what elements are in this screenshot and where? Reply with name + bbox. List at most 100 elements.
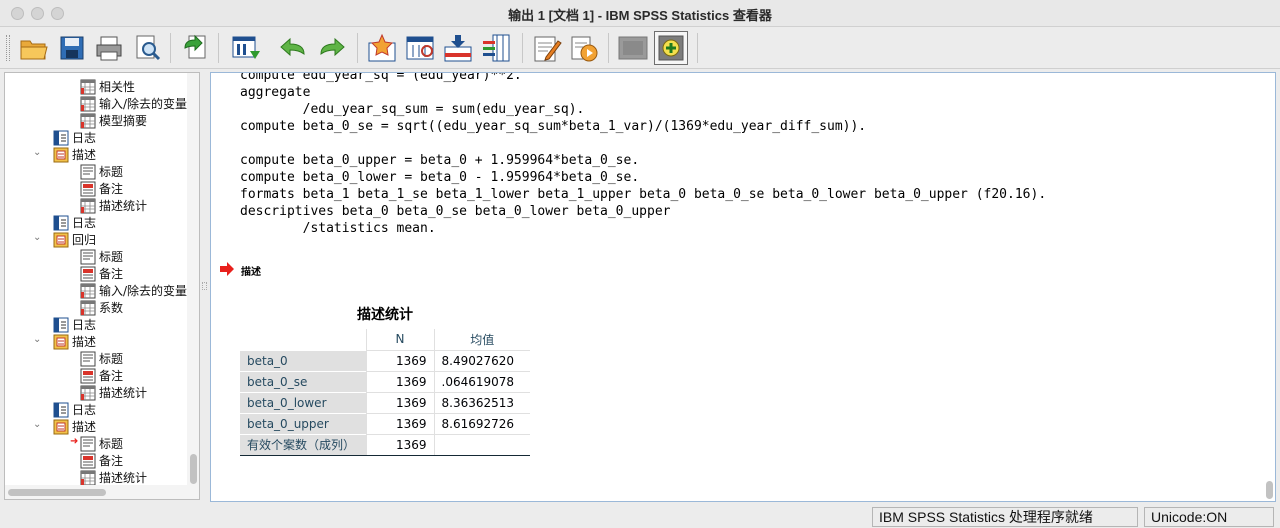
folder-icon bbox=[53, 147, 69, 163]
outline-item[interactable]: 日志 bbox=[53, 129, 96, 146]
table-row: beta_0 1369 8.49027620 bbox=[240, 349, 530, 371]
section-title[interactable]: 描述 bbox=[241, 263, 261, 278]
collapse-chevron-icon[interactable]: ⌄ bbox=[33, 147, 41, 158]
outline-item[interactable]: 描述 bbox=[53, 146, 96, 163]
collapse-chevron-icon[interactable]: ⌄ bbox=[33, 334, 41, 345]
save-icon[interactable] bbox=[55, 31, 89, 65]
insert-variable-icon[interactable] bbox=[479, 31, 513, 65]
outline-item[interactable]: 描述统计 bbox=[80, 384, 147, 401]
descriptive-statistics-table[interactable]: N 均值 beta_0 1369 8.49027620 beta_0_se 13… bbox=[240, 329, 530, 456]
folder-icon bbox=[53, 334, 69, 350]
export-icon[interactable] bbox=[179, 31, 213, 65]
table-icon bbox=[80, 198, 96, 214]
scrollbar-thumb[interactable] bbox=[8, 489, 106, 496]
outline-item[interactable]: 日志 bbox=[53, 316, 96, 333]
unicode-status: Unicode:ON bbox=[1144, 507, 1274, 527]
outline-item[interactable]: 描述统计 bbox=[80, 469, 147, 486]
note-icon bbox=[80, 181, 96, 197]
table-title: 描述统计 bbox=[357, 307, 413, 323]
mean-value: .064619078 bbox=[433, 370, 530, 392]
row-label: 有效个案数（成列） bbox=[240, 433, 366, 456]
folder-icon bbox=[53, 232, 69, 248]
collapse-chevron-icon[interactable]: ⌄ bbox=[33, 232, 41, 243]
outline-item[interactable]: 标题 bbox=[80, 163, 123, 180]
outline-item[interactable]: 标题 bbox=[80, 350, 123, 367]
outline-item-label: 模型摘要 bbox=[99, 114, 148, 128]
n-value: 1369 bbox=[365, 370, 434, 392]
outline-item-label: 描述 bbox=[72, 420, 97, 434]
outline-item[interactable]: 输入/除去的变量 bbox=[80, 282, 187, 299]
outline-item[interactable]: 备注 bbox=[80, 265, 123, 282]
show-icon[interactable] bbox=[654, 31, 688, 65]
print-icon[interactable] bbox=[92, 31, 126, 65]
outline-item-label: 标题 bbox=[99, 165, 124, 179]
title-bar: 输出 1 [文档 1] - IBM SPSS Statistics 查看器 bbox=[0, 0, 1280, 27]
insert-cases-icon[interactable] bbox=[441, 31, 475, 65]
go-to-case-icon[interactable] bbox=[365, 31, 399, 65]
output-content-pane[interactable]: compute edu_year_sq = (edu_year)**2. aggr… bbox=[210, 72, 1276, 502]
toolbar-grip[interactable] bbox=[6, 35, 10, 61]
open-icon[interactable] bbox=[17, 31, 51, 65]
outline-item-label: 日志 bbox=[72, 216, 97, 230]
outline-item-label: 描述 bbox=[72, 148, 97, 162]
outline-item[interactable]: 备注 bbox=[80, 180, 123, 197]
outline-item[interactable]: 模型摘要 bbox=[80, 112, 147, 129]
print-preview-icon[interactable] bbox=[131, 31, 165, 65]
outline-item-label: 备注 bbox=[99, 454, 124, 468]
content-scrollbar-thumb[interactable] bbox=[1266, 481, 1273, 499]
outline-item[interactable]: 描述 bbox=[53, 333, 96, 350]
folder-icon bbox=[53, 419, 69, 435]
outline-item[interactable]: 标题 bbox=[80, 435, 123, 452]
outline-item-label: 描述统计 bbox=[99, 199, 148, 213]
outline-item[interactable]: 描述 bbox=[53, 418, 96, 435]
table-icon bbox=[80, 300, 96, 316]
syntax-line: aggregate bbox=[240, 85, 311, 100]
outline-item[interactable]: 相关性 bbox=[80, 78, 135, 95]
variables-icon[interactable] bbox=[403, 31, 437, 65]
mean-value: 8.61692726 bbox=[433, 412, 530, 434]
outline-item[interactable]: 备注 bbox=[80, 367, 123, 384]
hide-icon[interactable] bbox=[616, 31, 650, 65]
run-icon[interactable] bbox=[567, 31, 601, 65]
outline-item-label: 输入/除去的变量 bbox=[99, 97, 188, 111]
row-label: beta_0_lower bbox=[240, 391, 366, 413]
outline-horizontal-scrollbar[interactable] bbox=[5, 485, 199, 499]
outline-item[interactable]: 日志 bbox=[53, 214, 96, 231]
outline-item[interactable]: 回归 bbox=[53, 231, 96, 248]
outline-item-label: 备注 bbox=[99, 182, 124, 196]
n-value: 1369 bbox=[365, 412, 434, 434]
table-row: beta_0_lower 1369 8.36362513 bbox=[240, 391, 530, 413]
redo-icon[interactable] bbox=[315, 31, 349, 65]
outline-item[interactable]: 标题 bbox=[80, 248, 123, 265]
table-icon bbox=[80, 470, 96, 486]
outline-pane[interactable]: 相关性 输入/除去的变量 模型摘要 日志 ⌄ 描述 标题 备注 描述统计 日志 ⌄ 回归 标题 备注 输入/… bbox=[4, 72, 200, 500]
collapse-chevron-icon[interactable]: ⌄ bbox=[33, 419, 41, 430]
note-icon bbox=[80, 266, 96, 282]
title-icon bbox=[80, 351, 96, 367]
log-icon bbox=[53, 130, 69, 146]
outline-item-label: 日志 bbox=[72, 403, 97, 417]
syntax-line: compute beta_0_se = sqrt((edu_year_sq_su… bbox=[240, 119, 867, 134]
syntax-icon[interactable] bbox=[530, 31, 564, 65]
outline-vertical-scrollbar[interactable] bbox=[187, 73, 199, 485]
syntax-line: /statistics mean. bbox=[240, 221, 436, 236]
outline-item[interactable]: 备注 bbox=[80, 452, 123, 469]
window-title: 输出 1 [文档 1] - IBM SPSS Statistics 查看器 bbox=[508, 8, 772, 23]
outline-item[interactable]: 系数 bbox=[80, 299, 123, 316]
splitter-handle[interactable] bbox=[202, 282, 207, 290]
current-item-arrow-icon bbox=[220, 262, 234, 276]
scrollbar-thumb[interactable] bbox=[190, 454, 197, 484]
table-header-row: N 均值 bbox=[240, 329, 530, 350]
outline-item[interactable]: 输入/除去的变量 bbox=[80, 95, 187, 112]
row-label: beta_0_upper bbox=[240, 412, 366, 434]
row-label: beta_0_se bbox=[240, 370, 366, 392]
outline-item[interactable]: 日志 bbox=[53, 401, 96, 418]
go-to-data-icon[interactable] bbox=[229, 31, 263, 65]
table-row: beta_0_se 1369 .064619078 bbox=[240, 370, 530, 392]
title-icon bbox=[80, 436, 96, 452]
n-value: 1369 bbox=[365, 391, 434, 413]
mean-value: 8.36362513 bbox=[433, 391, 530, 413]
table-icon bbox=[80, 96, 96, 112]
outline-item[interactable]: 描述统计 bbox=[80, 197, 147, 214]
undo-icon[interactable] bbox=[276, 31, 310, 65]
